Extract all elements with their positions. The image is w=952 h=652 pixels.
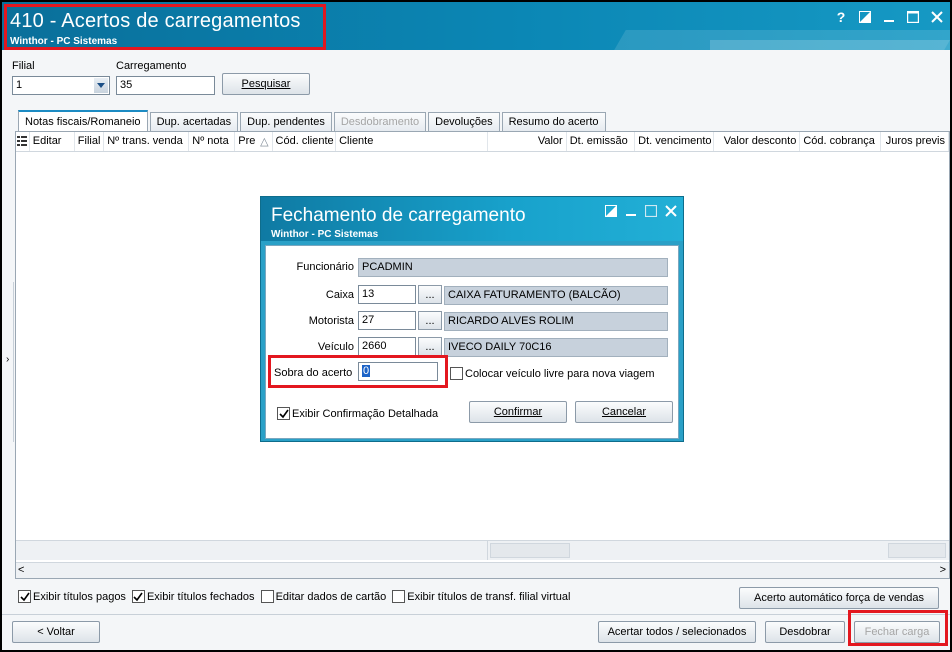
caixa-lookup-button[interactable]: ... bbox=[418, 285, 442, 304]
horizontal-scrollbar[interactable]: < > bbox=[16, 562, 949, 578]
left-splitter[interactable]: › bbox=[4, 282, 14, 442]
tab-strip: Notas fiscais/Romaneio Dup. acertadas Du… bbox=[16, 110, 606, 131]
window-controls: ? bbox=[832, 8, 946, 26]
help-icon[interactable]: ? bbox=[832, 8, 850, 26]
col-dt-vencimento[interactable]: Dt. vencimento bbox=[635, 132, 715, 151]
col-filial[interactable]: Filial bbox=[75, 132, 105, 151]
scroll-right-icon[interactable]: > bbox=[940, 564, 946, 576]
col-dt-emissao[interactable]: Dt. emissão bbox=[567, 132, 636, 151]
carregamento-label: Carregamento bbox=[116, 60, 187, 72]
minimize-icon[interactable] bbox=[880, 8, 898, 26]
pesquisar-button[interactable]: Pesquisar bbox=[222, 73, 310, 95]
tab-dup-pendentes[interactable]: Dup. pendentes bbox=[240, 112, 332, 131]
col-cod-cobranca[interactable]: Cód. cobrança bbox=[800, 132, 881, 151]
restore-icon[interactable] bbox=[856, 8, 874, 26]
check-icon[interactable] bbox=[131, 590, 145, 603]
tab-notas-fiscais[interactable]: Notas fiscais/Romaneio bbox=[18, 110, 148, 131]
col-valor-desconto[interactable]: Valor desconto bbox=[714, 132, 801, 151]
main-window: 410 - Acertos de carregamentos Winthor -… bbox=[0, 0, 952, 652]
fechamento-dialog: Fechamento de carregamento Winthor - PC … bbox=[260, 196, 684, 442]
carregamento-input[interactable]: 35 bbox=[116, 76, 215, 95]
checkbox-empty-icon[interactable] bbox=[260, 590, 274, 603]
col-pre[interactable]: Pre △ bbox=[235, 132, 273, 151]
minimize-icon[interactable] bbox=[625, 205, 637, 220]
close-icon[interactable] bbox=[665, 205, 677, 220]
exibir-titulos-fechados-option[interactable]: Exibir títulos fechados bbox=[131, 590, 255, 603]
tab-dup-acertadas[interactable]: Dup. acertadas bbox=[149, 112, 239, 131]
dialog-title-bar: Fechamento de carregamento Winthor - PC … bbox=[261, 197, 683, 241]
col-cliente[interactable]: Cliente bbox=[336, 132, 489, 151]
caixa-label: Caixa bbox=[325, 289, 354, 301]
veiculo-name-field: IVECO DAILY 70C16 bbox=[444, 338, 668, 357]
fechar-carga-highlight-box bbox=[848, 610, 948, 646]
dialog-subtitle: Winthor - PC Sistemas bbox=[271, 229, 379, 240]
column-chooser-icon[interactable] bbox=[16, 132, 30, 151]
col-trans-venda[interactable]: Nº trans. venda bbox=[104, 132, 190, 151]
close-icon[interactable] bbox=[928, 8, 946, 26]
confirmar-button[interactable]: Confirmar bbox=[469, 401, 567, 423]
desdobrar-button[interactable]: Desdobrar bbox=[765, 621, 845, 643]
caixa-input[interactable]: 13 bbox=[358, 285, 416, 304]
acerto-automatico-button[interactable]: Acerto automático força de vendas bbox=[739, 587, 939, 609]
col-cod-cliente[interactable]: Cód. cliente bbox=[273, 132, 337, 151]
sobra-acerto-highlight-box bbox=[268, 355, 448, 388]
check-icon[interactable] bbox=[277, 407, 290, 420]
grid-header: Editar Filial Nº trans. venda Nº nota Pr… bbox=[16, 132, 949, 152]
col-editar[interactable]: Editar bbox=[30, 132, 75, 151]
filial-label: Filial bbox=[12, 60, 35, 72]
veiculo-input[interactable]: 2660 bbox=[358, 337, 416, 356]
options-row: Exibir títulos pagos Exibir títulos fech… bbox=[18, 590, 570, 603]
editar-dados-cartao-option[interactable]: Editar dados de cartão bbox=[260, 590, 386, 603]
col-juros-previs[interactable]: Juros previs bbox=[881, 132, 949, 151]
motorista-input[interactable]: 27 bbox=[358, 311, 416, 330]
tab-resumo-acerto[interactable]: Resumo do acerto bbox=[501, 112, 606, 131]
veiculo-label: Veículo bbox=[317, 341, 354, 353]
checkbox-empty-icon[interactable] bbox=[450, 367, 463, 380]
cancelar-button[interactable]: Cancelar bbox=[575, 401, 673, 423]
funcionario-field: PCADMIN bbox=[358, 258, 668, 277]
acertar-todos-button[interactable]: Acertar todos / selecionados bbox=[598, 621, 756, 643]
scroll-left-icon[interactable]: < bbox=[18, 564, 24, 576]
voltar-button[interactable]: < Voltar bbox=[12, 621, 100, 643]
col-nota[interactable]: Nº nota bbox=[189, 132, 236, 151]
dialog-title: Fechamento de carregamento bbox=[271, 205, 526, 226]
title-highlight-box bbox=[4, 4, 326, 50]
tab-desdobramento: Desdobramento bbox=[333, 112, 427, 131]
caixa-name-field: CAIXA FATURAMENTO (BALCÃO) bbox=[444, 286, 668, 305]
tab-devolucoes[interactable]: Devoluções bbox=[428, 112, 500, 131]
chevron-down-icon[interactable] bbox=[94, 78, 108, 93]
splitter-arrow-icon[interactable]: › bbox=[6, 354, 9, 365]
sort-asc-icon: △ bbox=[260, 136, 269, 148]
motorista-name-field: RICARDO ALVES ROLIM bbox=[444, 312, 668, 331]
motorista-lookup-button[interactable]: ... bbox=[418, 311, 442, 330]
check-icon[interactable] bbox=[18, 590, 31, 603]
maximize-icon[interactable] bbox=[904, 8, 922, 26]
grid-footer bbox=[16, 540, 949, 560]
restore-icon[interactable] bbox=[605, 205, 617, 220]
maximize-icon[interactable] bbox=[644, 204, 658, 220]
filial-value: 1 bbox=[16, 79, 23, 91]
col-valor[interactable]: Valor bbox=[488, 132, 567, 151]
motorista-label: Motorista bbox=[308, 315, 354, 327]
dialog-body: Funcionário PCADMIN Caixa 13 ... CAIXA F… bbox=[265, 245, 679, 439]
exibir-confirmacao-option[interactable]: Exibir Confirmação Detalhada bbox=[277, 407, 438, 420]
veiculo-lookup-button[interactable]: ... bbox=[418, 337, 442, 356]
exibir-titulos-pagos-option[interactable]: Exibir títulos pagos bbox=[18, 590, 126, 603]
dialog-controls bbox=[605, 204, 677, 220]
exibir-titulos-transf-option[interactable]: Exibir títulos de transf. filial virtual bbox=[392, 590, 570, 603]
filial-select[interactable]: 1 bbox=[12, 76, 110, 95]
veiculo-livre-option[interactable]: Colocar veículo livre para nova viagem bbox=[450, 367, 655, 380]
funcionario-label: Funcionário bbox=[296, 261, 354, 273]
checkbox-empty-icon[interactable] bbox=[392, 590, 406, 603]
